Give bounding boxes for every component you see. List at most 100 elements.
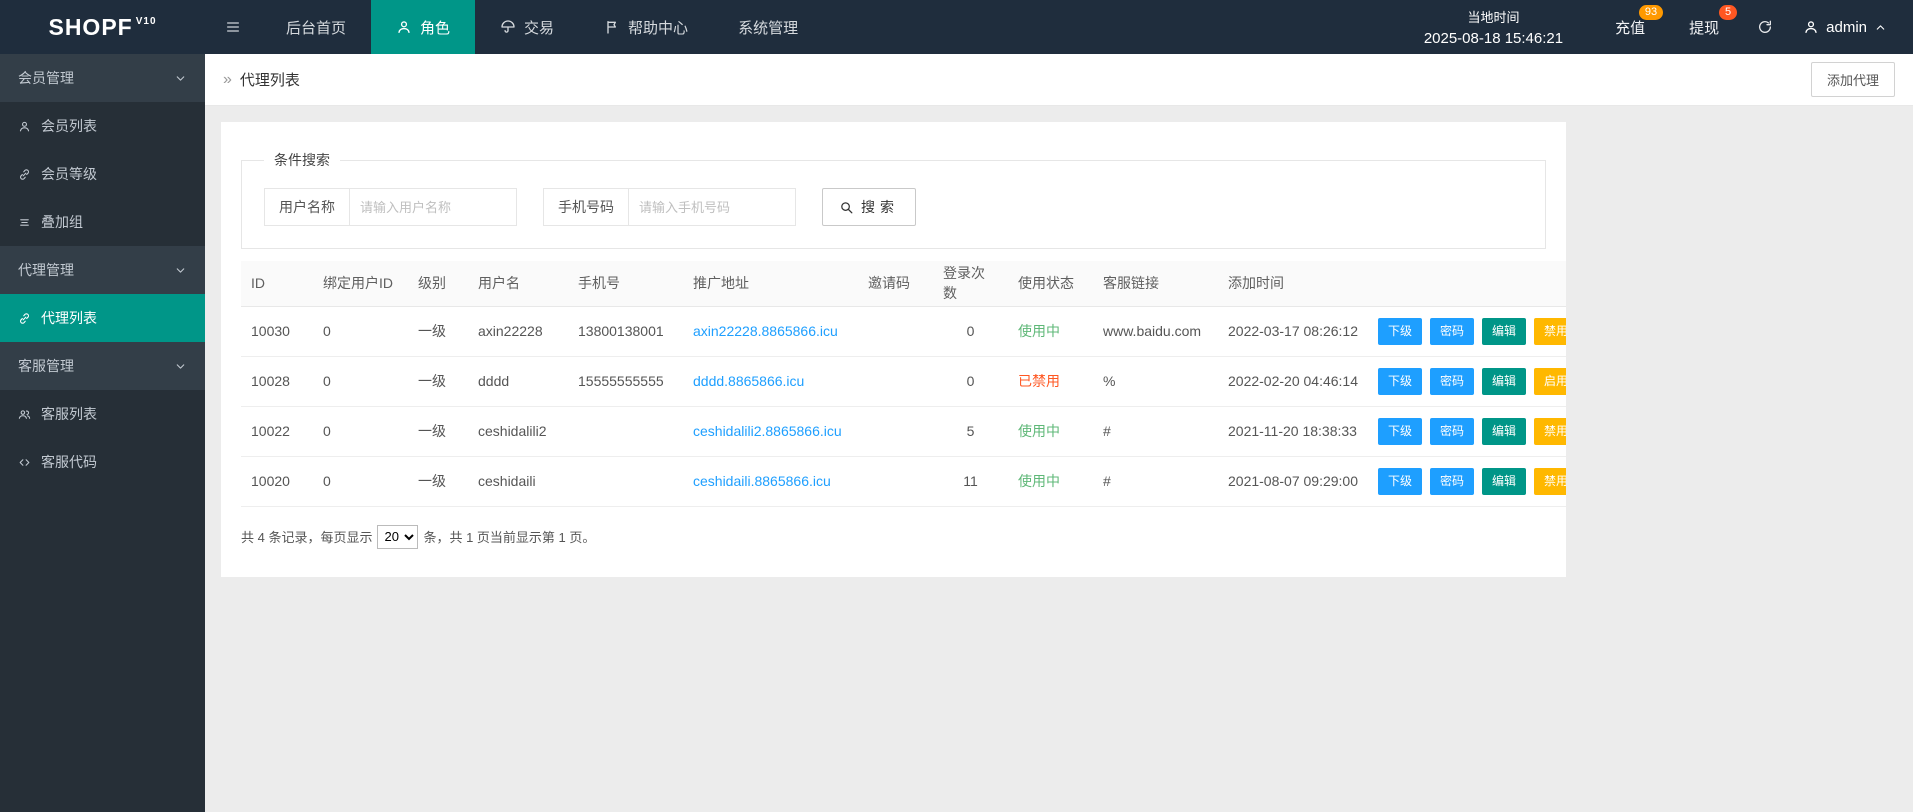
column-header-1: 绑定用户ID xyxy=(313,261,408,307)
cell-invite-code xyxy=(858,356,933,407)
cell-login-count: 0 xyxy=(933,306,1008,357)
sidebar-item-4[interactable]: 代理管理 xyxy=(0,246,205,294)
column-header-9: 客服链接 xyxy=(1093,261,1218,307)
sidebar-item-2[interactable]: 会员等级 xyxy=(0,150,205,198)
sidebar-item-6[interactable]: 客服管理 xyxy=(0,342,205,390)
app-logo: SHOPF V10 xyxy=(0,0,205,54)
phone-field-group: 手机号码 xyxy=(543,188,796,226)
menu-icon xyxy=(225,19,241,35)
sidebar-item-3[interactable]: 叠加组 xyxy=(0,198,205,246)
cell-created-at: 2022-02-20 04:46:14 xyxy=(1218,356,1368,407)
cell-username-value: ceshidalili2 xyxy=(478,423,547,439)
密码-action-button[interactable]: 密码 xyxy=(1430,417,1475,445)
nav-item-label: 系统管理 xyxy=(738,19,799,37)
local-time-value: 2025-08-18 15:46:21 xyxy=(1423,30,1564,47)
withdraw-button[interactable]: 提现 5 xyxy=(1667,0,1741,54)
cell-username: ceshidalili2 xyxy=(468,406,568,457)
cell-username-value: axin22228 xyxy=(478,323,543,339)
cell-level-value: 一级 xyxy=(418,473,446,489)
编辑-action-button[interactable]: 编辑 xyxy=(1482,367,1527,395)
cell-login-count-value: 5 xyxy=(966,423,975,439)
nav-item-label: 帮助中心 xyxy=(628,19,689,37)
status-badge: 使用中 xyxy=(1018,473,1060,489)
cell-created-at-value: 2021-08-07 09:29:00 xyxy=(1228,473,1358,489)
nav-item-2[interactable]: 交易 xyxy=(475,0,579,54)
编辑-action-button[interactable]: 编辑 xyxy=(1482,467,1527,495)
密码-action-button[interactable]: 密码 xyxy=(1430,367,1475,395)
下级-action-button[interactable]: 下级 xyxy=(1378,467,1423,495)
phone-input[interactable] xyxy=(628,188,796,226)
sidebar-item-0[interactable]: 会员管理 xyxy=(0,54,205,102)
agents-table-head: ID 绑定用户ID 级别 用户名 手机号 推广地址 邀请码 登录次数 使用状态 客服链接 添加时间 xyxy=(241,261,1566,307)
启用-action-button[interactable]: 启用 xyxy=(1534,367,1566,395)
column-header-10: 添加时间 xyxy=(1218,261,1368,307)
agents-card: 条件搜索 用户名称 手机号码 搜索 xyxy=(221,122,1566,577)
cell-phone-value: 13800138001 xyxy=(578,323,664,339)
search-panel-legend: 条件搜索 xyxy=(274,152,330,168)
promo-link[interactable]: axin22228.8865866.icu xyxy=(693,323,838,339)
per-page-select[interactable]: 20 xyxy=(377,524,419,549)
sidebar-item-label: 代理列表 xyxy=(41,310,97,326)
cell-bind-user-id: 0 xyxy=(313,406,408,457)
密码-action-button[interactable]: 密码 xyxy=(1430,317,1475,345)
下级-action-button[interactable]: 下级 xyxy=(1378,317,1423,345)
username-input[interactable] xyxy=(349,188,517,226)
nav-item-4[interactable]: 系统管理 xyxy=(713,0,823,54)
cell-promo-url: ceshidaili.8865866.icu xyxy=(683,456,858,507)
nav-item-3[interactable]: 帮助中心 xyxy=(579,0,713,54)
sidebar-item-label: 会员管理 xyxy=(18,70,74,86)
cell-invite-code xyxy=(858,406,933,457)
user-menu[interactable]: admin xyxy=(1789,0,1913,54)
sidebar-toggle-button[interactable] xyxy=(205,0,261,54)
nav-item-0[interactable]: 后台首页 xyxy=(261,0,371,54)
sidebar-item-7[interactable]: 客服列表 xyxy=(0,390,205,438)
column-header-4: 手机号 xyxy=(568,261,683,307)
column-header-5: 推广地址 xyxy=(683,261,858,307)
phone-field-label: 手机号码 xyxy=(543,188,628,226)
column-header-0: ID xyxy=(241,261,313,307)
status-badge: 使用中 xyxy=(1018,323,1060,339)
users-icon xyxy=(18,408,31,421)
local-time: 当地时间 2025-08-18 15:46:21 xyxy=(1394,0,1593,54)
promo-link[interactable]: dddd.8865866.icu xyxy=(693,373,804,389)
禁用-action-button[interactable]: 禁用 xyxy=(1534,317,1566,345)
禁用-action-button[interactable]: 禁用 xyxy=(1534,467,1566,495)
table-row: 10030 0 一级 axin22228 13800138001 axin22228.88… xyxy=(241,306,1566,357)
recharge-button[interactable]: 充值 93 xyxy=(1593,0,1667,54)
cell-username: axin22228 xyxy=(468,306,568,357)
local-time-label: 当地时间 xyxy=(1467,10,1520,25)
add-agent-button[interactable]: 添加代理 xyxy=(1810,62,1895,97)
umbrella-icon xyxy=(500,19,516,35)
column-header-2: 级别 xyxy=(408,261,468,307)
promo-link[interactable]: ceshidaili.8865866.icu xyxy=(693,473,831,489)
sidebar-item-5[interactable]: 代理列表 xyxy=(0,294,205,342)
nav-item-label: 后台首页 xyxy=(286,19,347,37)
cell-actions: 下级 密码 编辑 禁用 xyxy=(1368,306,1566,357)
refresh-icon xyxy=(1757,19,1773,35)
search-panel: 条件搜索 用户名称 手机号码 搜索 xyxy=(241,150,1546,249)
nav-item-1[interactable]: 角色 xyxy=(371,0,476,54)
下级-action-button[interactable]: 下级 xyxy=(1378,367,1423,395)
cell-login-count-value: 0 xyxy=(966,373,975,389)
sidebar-item-label: 叠加组 xyxy=(41,214,83,230)
密码-action-button[interactable]: 密码 xyxy=(1430,467,1475,495)
cell-bind-user-id-value: 0 xyxy=(323,423,331,439)
cell-level: 一级 xyxy=(408,406,468,457)
sidebar-item-1[interactable]: 会员列表 xyxy=(0,102,205,150)
下级-action-button[interactable]: 下级 xyxy=(1378,417,1423,445)
sidebar-item-8[interactable]: 客服代码 xyxy=(0,438,205,486)
user-icon xyxy=(1803,19,1819,35)
cell-promo-url: dddd.8865866.icu xyxy=(683,356,858,407)
cell-bind-user-id: 0 xyxy=(313,356,408,407)
promo-link[interactable]: ceshidalili2.8865866.icu xyxy=(693,423,842,439)
cell-username: ceshidaili xyxy=(468,456,568,507)
main-area: » 代理列表 添加代理 条件搜索 用户名称 手机号码 xyxy=(205,54,1913,812)
search-button[interactable]: 搜索 xyxy=(822,188,916,226)
编辑-action-button[interactable]: 编辑 xyxy=(1482,417,1527,445)
refresh-button[interactable] xyxy=(1741,0,1789,54)
cell-actions: 下级 密码 编辑 禁用 xyxy=(1368,456,1566,507)
编辑-action-button[interactable]: 编辑 xyxy=(1482,317,1527,345)
禁用-action-button[interactable]: 禁用 xyxy=(1534,417,1566,445)
chevron-up-icon xyxy=(1874,21,1887,34)
content-area: 条件搜索 用户名称 手机号码 搜索 xyxy=(205,106,1913,812)
